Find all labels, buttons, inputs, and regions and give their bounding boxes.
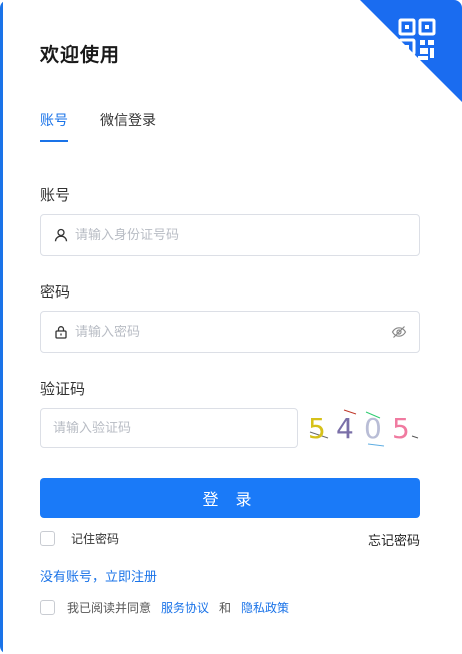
remember-checkbox[interactable] xyxy=(40,531,55,546)
eye-slash-icon[interactable] xyxy=(391,324,407,340)
login-card: 欢迎使用 账号 微信登录 账号 请输入身份证号码 密码 验证码 请输入验证码 5… xyxy=(0,0,462,654)
account-label: 账号 xyxy=(40,186,71,204)
agreement-text: 我已阅读并同意 xyxy=(67,601,152,615)
captcha-char: 0 xyxy=(364,412,382,445)
remember-label: 记住密码 xyxy=(71,532,120,546)
login-tabs: 账号 微信登录 xyxy=(40,110,156,142)
password-label: 密码 xyxy=(40,283,71,301)
card-edge xyxy=(0,0,3,654)
captcha-input[interactable] xyxy=(53,420,285,436)
service-agreement-link[interactable]: 服务协议 xyxy=(161,599,209,616)
account-input[interactable] xyxy=(75,227,407,243)
captcha-char: 4 xyxy=(336,412,354,445)
qr-code-login-toggle[interactable] xyxy=(360,0,462,102)
page-title: 欢迎使用 xyxy=(40,44,121,66)
password-field[interactable] xyxy=(40,311,420,353)
captcha-char: 5 xyxy=(392,412,410,445)
account-field[interactable] xyxy=(40,214,420,256)
user-icon xyxy=(53,227,69,243)
captcha-image[interactable]: 5 4 0 5 xyxy=(304,404,420,450)
tab-account[interactable]: 账号 xyxy=(40,110,68,142)
forgot-password-link[interactable]: 忘记密码 xyxy=(368,530,420,549)
captcha-label: 验证码 xyxy=(40,380,86,398)
login-button[interactable]: 登 录 xyxy=(40,478,420,518)
register-link[interactable]: 没有账号，立即注册 xyxy=(40,566,157,585)
captcha-char: 5 xyxy=(308,412,326,445)
password-input[interactable] xyxy=(75,324,391,340)
remember-password: 记住密码 xyxy=(40,530,119,547)
lock-icon xyxy=(53,324,69,340)
agreement-checkbox[interactable] xyxy=(40,600,55,615)
captcha-field[interactable] xyxy=(40,408,298,448)
agreement-and: 和 xyxy=(219,601,232,615)
qr-code-icon xyxy=(360,0,462,102)
agreement-row: 我已阅读并同意 服务协议 和 隐私政策 xyxy=(40,599,289,616)
privacy-policy-link[interactable]: 隐私政策 xyxy=(241,599,289,616)
tab-wechat-login[interactable]: 微信登录 xyxy=(100,110,156,142)
